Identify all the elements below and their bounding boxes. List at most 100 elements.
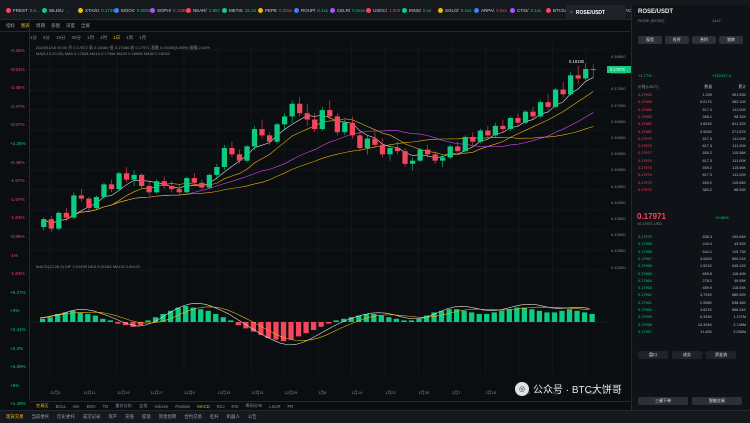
ticker-item[interactable]: FREST 0.0... bbox=[6, 3, 40, 17]
watch-percent[interactable]: +3% bbox=[10, 308, 19, 313]
watch-percent[interactable]: -0.48% bbox=[10, 160, 25, 165]
watch-percent[interactable]: +0.27% bbox=[10, 290, 26, 295]
watch-percent[interactable]: +2.2% bbox=[10, 346, 23, 351]
order-book-row[interactable]: 0.17979 617.3 111.00K bbox=[638, 137, 746, 142]
indicator-tab[interactable]: RSI bbox=[232, 404, 239, 409]
timeframe-item[interactable]: 15分 bbox=[56, 35, 66, 41]
toolbar-item[interactable]: 深度 bbox=[66, 23, 75, 29]
spot-button[interactable]: 现货 bbox=[638, 36, 662, 44]
watch-percent[interactable]: +2.41% bbox=[10, 327, 26, 332]
three-click-order-button[interactable]: 三键下单 bbox=[638, 397, 688, 405]
order-book-row[interactable]: 0.17980 4.992K 271.87K bbox=[638, 130, 746, 135]
timeframe-item[interactable]: 4时 bbox=[100, 35, 107, 41]
timeframe-item[interactable]: 1日 bbox=[113, 35, 120, 41]
watch-percent[interactable]: -0.86% bbox=[10, 234, 25, 239]
indicator-tab[interactable]: MA bbox=[73, 404, 79, 409]
indicator-tab[interactable]: BOLL bbox=[56, 404, 67, 409]
watch-percent[interactable]: -1.63% bbox=[10, 215, 25, 220]
timeframe-item[interactable]: 1周 bbox=[126, 35, 133, 41]
order-book-row[interactable]: 0.17966 1.921K 345.12K bbox=[638, 264, 746, 269]
order-book-row[interactable]: 0.17965 659.6 118.49K bbox=[638, 272, 746, 277]
bottom-tab[interactable]: 历史委托 bbox=[57, 414, 75, 420]
bottom-tab[interactable]: 资产 bbox=[108, 414, 117, 420]
ticker-item[interactable]: MOOV 0.00030 bbox=[114, 3, 153, 17]
bottom-tab[interactable]: 充值 bbox=[125, 414, 134, 420]
ticker-item[interactable]: USDC/1.000 bbox=[366, 3, 400, 17]
indicator-tab[interactable]: PR bbox=[287, 404, 293, 409]
order-book-row[interactable]: 0.17969 244.4 43.92K bbox=[638, 242, 746, 247]
indicator-tab[interactable]: 量价分析 bbox=[115, 403, 132, 409]
indicator-tab[interactable]: EMA bbox=[87, 404, 96, 409]
order-book-row[interactable]: 0.17959 6.333K 1.137M bbox=[638, 315, 746, 320]
indicator-tab[interactable]: MACD bbox=[197, 404, 209, 409]
indicator-tab[interactable]: Volume bbox=[154, 404, 168, 409]
order-book-row[interactable]: 0.17977 659.2 115.56K bbox=[638, 151, 746, 156]
watch-percent[interactable]: -2.45% bbox=[10, 85, 25, 90]
order-book-row[interactable]: 0.17994 1.209 391.53K bbox=[638, 93, 746, 98]
ticker-item[interactable]: CTSI/0.1xx bbox=[510, 3, 541, 17]
order-book-row[interactable]: 0.17963 659.9 118.53K bbox=[638, 286, 746, 291]
indicator-tab[interactable]: 交易区 bbox=[36, 403, 49, 409]
indicator-tab[interactable]: LSUR bbox=[269, 404, 280, 409]
smart-trade-button[interactable]: 智能交易 bbox=[692, 397, 742, 405]
timeframe-item[interactable]: 1时 bbox=[87, 35, 94, 41]
capital-flow-tab[interactable]: 资金流 bbox=[706, 351, 736, 359]
order-book-row[interactable]: 0.17967 3.062K 550.21K bbox=[638, 257, 746, 262]
order-book-row[interactable]: 0.17970 838.3 150.64K bbox=[638, 235, 746, 240]
watch-percent[interactable]: -1.67% bbox=[10, 178, 25, 183]
order-book-row[interactable]: 0.17962 3.791K 680.92K bbox=[638, 293, 746, 298]
tab-rose-usdt[interactable]: × ROSE/USDT bbox=[566, 5, 626, 20]
ticker-item[interactable]: XTAI/U 0.1749 bbox=[78, 3, 115, 17]
timeframe-item[interactable]: 1分 bbox=[30, 35, 37, 41]
order-book-row[interactable]: 0.17976 617.3 111.00K bbox=[638, 159, 746, 164]
bottom-tab[interactable]: 提现 bbox=[142, 414, 151, 420]
order-book-row[interactable]: 0.17978 617.3 111.00K bbox=[638, 144, 746, 149]
futures-button[interactable]: 合约 bbox=[692, 36, 716, 44]
bottom-tab[interactable]: 当前委托 bbox=[32, 414, 50, 420]
margin-button[interactable]: 杠杆 bbox=[665, 36, 689, 44]
watch-percent[interactable]: -1.63% bbox=[10, 271, 25, 276]
ticker-item[interactable]: SOLO/0.2xx bbox=[438, 3, 472, 17]
ticker-item[interactable]: NEAR/1.957 bbox=[186, 3, 220, 17]
order-book-row[interactable]: 0.17961 2.998K 538.46K bbox=[638, 301, 746, 306]
order-book-row[interactable]: 0.17975 659.2 115.56K bbox=[638, 166, 746, 171]
bottom-tab[interactable]: 杠杆 bbox=[210, 414, 219, 420]
indicator-tab[interactable]: TD bbox=[103, 404, 109, 409]
order-book-row[interactable]: 0.17973 659.2 115.56K bbox=[638, 181, 746, 186]
ticker-item[interactable]: ROUP/0.1xx bbox=[294, 3, 328, 17]
indicator-tab[interactable]: KDJ bbox=[217, 404, 225, 409]
order-book-row[interactable]: 0.17964 278.1 49.95K bbox=[638, 279, 746, 284]
ticker-item[interactable]: CELR/0.0xxx bbox=[330, 3, 365, 17]
toolbar-item[interactable]: 多图 bbox=[51, 23, 60, 29]
bottom-tab[interactable]: 机器人 bbox=[227, 414, 240, 420]
ticker-item[interactable]: SOPH/0.15882 bbox=[150, 3, 189, 17]
watch-percent[interactable]: -0.25% bbox=[10, 48, 25, 53]
ticker-item[interactable]: METIS 15.15 bbox=[222, 3, 256, 17]
watch-percent[interactable]: +4.39% bbox=[10, 364, 26, 369]
timeframe-item[interactable]: 1月 bbox=[139, 35, 146, 41]
candlestick-chart[interactable] bbox=[30, 44, 607, 374]
watch-percent[interactable]: +1.45% bbox=[10, 401, 26, 406]
order-book-row[interactable]: 0.17983 368.1 98.32K bbox=[638, 115, 746, 120]
close-icon[interactable]: × bbox=[570, 10, 573, 16]
order-book-row[interactable]: 0.17989 5.017K 382.10K bbox=[638, 100, 746, 105]
book-tab[interactable]: 盘口 bbox=[638, 351, 668, 359]
toolbar-item[interactable]: 周期 bbox=[36, 23, 45, 29]
toolbar-item[interactable]: 全屏 bbox=[81, 23, 90, 29]
order-book-row[interactable]: 0.17981 4.651K 811.32K bbox=[638, 122, 746, 127]
indicator-tab[interactable]: 五档 bbox=[139, 403, 147, 409]
bottom-tab[interactable]: 合约交易 bbox=[184, 414, 202, 420]
bottom-tab[interactable]: 公告 bbox=[248, 414, 257, 420]
timeframe-item[interactable]: 5分 bbox=[43, 35, 50, 41]
watch-percent[interactable]: -0.51% bbox=[10, 67, 25, 72]
order-book-row[interactable]: 0.17974 617.3 111.00K bbox=[638, 173, 746, 178]
bottom-tab[interactable]: 资金划转 bbox=[159, 414, 177, 420]
ticker-item[interactable]: ARPA/0.0xx bbox=[474, 3, 507, 17]
trades-tab[interactable]: 成交 bbox=[672, 351, 702, 359]
watch-percent[interactable]: -1.97% bbox=[10, 197, 25, 202]
watch-percent[interactable]: -1% bbox=[10, 253, 18, 258]
order-book-row[interactable]: 0.17960 3.821K 686.24K bbox=[638, 308, 746, 313]
bottom-tab[interactable]: 成交记录 bbox=[83, 414, 101, 420]
ticker-item[interactable]: INNS/0.xx bbox=[402, 3, 431, 17]
order-book-row[interactable]: 0.17984 617.4 111.00K bbox=[638, 108, 746, 113]
